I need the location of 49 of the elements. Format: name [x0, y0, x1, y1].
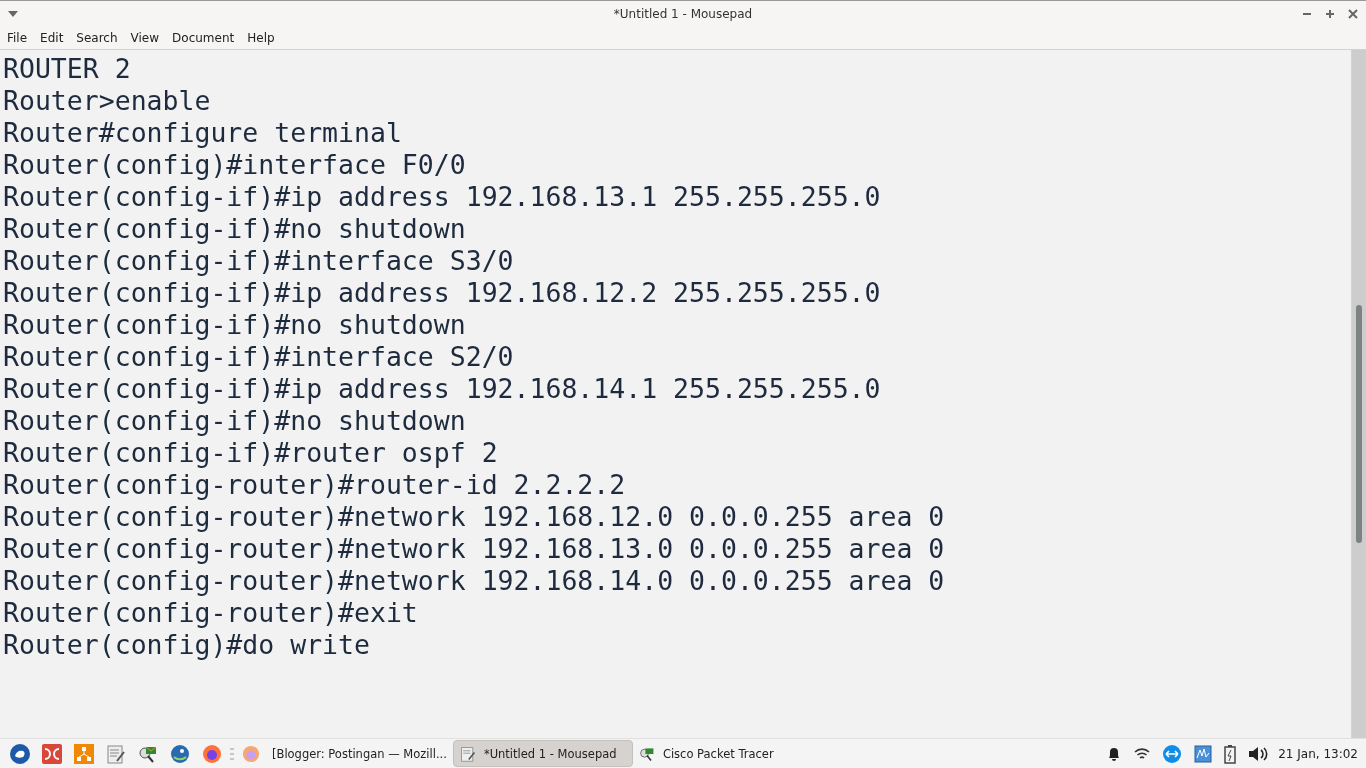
text-line: Router(config-router)#network 192.168.13.0 0.0.0.255 area 0	[3, 533, 945, 565]
text-line: Router(config-if)#ip address 192.168.14.1 255.255.255.0	[3, 373, 881, 405]
text-line: Router(config)#do write	[3, 629, 370, 661]
maximize-icon[interactable]	[1325, 8, 1335, 19]
handle-icon[interactable]	[230, 747, 234, 760]
scrollbar-thumb[interactable]	[1356, 305, 1362, 543]
menu-item[interactable]: Document	[165, 30, 241, 45]
network-tracer-icon	[638, 745, 655, 762]
text-line: Router>enable	[3, 85, 211, 117]
remote-control-icon[interactable]	[1162, 743, 1183, 764]
text-line: Router(config-router)#exit	[3, 597, 418, 629]
text-line: Router(config-if)#no shutdown	[3, 309, 466, 341]
text-line: Router(config-if)#interface S2/0	[3, 341, 514, 373]
scrollbar[interactable]	[1351, 50, 1366, 738]
menu-item[interactable]: Edit	[33, 30, 70, 45]
menu-item[interactable]: View	[123, 30, 166, 45]
text-editor-icon[interactable]	[106, 743, 126, 764]
menu-item[interactable]: Search	[69, 30, 124, 45]
text-line: Router(config-if)#no shutdown	[3, 213, 466, 245]
text-line: ROUTER 2	[3, 53, 131, 85]
close-icon[interactable]	[1348, 8, 1358, 19]
clock[interactable]: 21 Jan, 13:02	[1278, 746, 1358, 761]
battery-icon[interactable]	[1224, 743, 1237, 764]
menu-item[interactable]: File	[0, 30, 34, 45]
system-monitor-icon[interactable]	[1194, 744, 1213, 763]
text-line: Router(config-router)#router-id 2.2.2.2	[3, 469, 626, 501]
text-line: Router#configure terminal	[3, 117, 402, 149]
browser-icon[interactable]	[202, 743, 222, 764]
text-line: Router(config)#interface F0/0	[3, 149, 466, 181]
text-line: Router(config-if)#ip address 192.168.12.2 255.255.255.0	[3, 277, 881, 309]
chameleon-icon[interactable]	[170, 743, 190, 764]
text-editor[interactable]	[0, 50, 1366, 738]
diagram-app-icon[interactable]	[74, 743, 94, 764]
window-title: *Untitled 1 - Mousepad	[613, 6, 753, 21]
taskbar-button[interactable]: [Blogger: Postingan — Mozill...	[266, 740, 453, 767]
text-editor-icon	[459, 745, 476, 762]
text-line: Router(config-router)#network 192.168.14.0 0.0.0.255 area 0	[3, 565, 945, 597]
text-line: Router(config-if)#router ospf 2	[3, 437, 498, 469]
text-line: Router(config-if)#ip address 192.168.13.1 255.255.255.0	[3, 181, 881, 213]
menu-item[interactable]: Help	[240, 30, 281, 45]
taskbar-button[interactable]: Cisco Packet Tracer	[632, 740, 813, 767]
text-line: Router(config-if)#no shutdown	[3, 405, 466, 437]
wifi-icon[interactable]	[1134, 746, 1151, 761]
taskbar-button[interactable]: *Untitled 1 - Mousepad	[452, 740, 633, 767]
window-menu-icon[interactable]	[8, 10, 18, 17]
text-line: Router(config-router)#network 192.168.12.0 0.0.0.255 area 0	[3, 501, 945, 533]
volume-icon[interactable]	[1248, 745, 1269, 762]
text-line: Router(config-if)#interface S3/0	[3, 245, 514, 277]
document-viewer-icon[interactable]	[42, 743, 62, 764]
